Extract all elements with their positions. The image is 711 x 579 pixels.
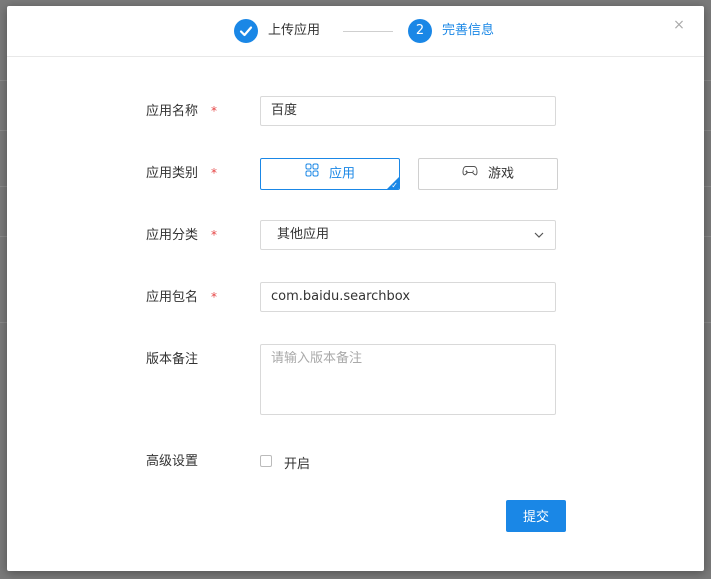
- app-type-label: 应用类别: [146, 166, 199, 181]
- required-mark: *: [211, 166, 217, 180]
- package-name-input[interactable]: [271, 283, 545, 311]
- complete-info-dialog: × 上传应用 2 完善信息 应用名称 * 应用类别 * 应用 ✓: [7, 6, 704, 571]
- type-app-label: 应用: [328, 166, 355, 182]
- advanced-settings-label: 高级设置: [146, 454, 199, 469]
- required-mark: *: [211, 290, 217, 304]
- app-name-input[interactable]: [271, 97, 545, 125]
- advanced-checkbox[interactable]: [260, 455, 272, 467]
- check-icon: ✓: [391, 181, 398, 190]
- grid-icon: [305, 159, 319, 189]
- version-note-field[interactable]: [260, 344, 556, 415]
- step-2-label: 完善信息: [442, 23, 495, 38]
- submit-button[interactable]: 提交: [506, 500, 566, 532]
- app-name-field[interactable]: [260, 96, 556, 126]
- step-1-label: 上传应用: [268, 23, 321, 38]
- package-name-label: 应用包名: [146, 290, 199, 305]
- version-note-textarea[interactable]: [271, 351, 545, 409]
- required-mark: *: [211, 228, 217, 242]
- app-category-label: 应用分类: [146, 228, 199, 243]
- type-game-label: 游戏: [487, 166, 514, 182]
- type-game-button[interactable]: 游戏: [418, 158, 558, 190]
- required-mark: *: [211, 104, 217, 118]
- chevron-down-icon: [533, 221, 545, 249]
- app-category-value: 其他应用: [277, 227, 330, 242]
- advanced-checkbox-label[interactable]: 开启: [284, 453, 310, 472]
- step-indicator: 上传应用 2 完善信息: [7, 6, 704, 57]
- version-note-label: 版本备注: [146, 352, 199, 367]
- gamepad-icon: [462, 159, 478, 189]
- step-2-number: 2: [408, 19, 432, 43]
- app-name-label: 应用名称: [146, 104, 199, 119]
- step-connector: [343, 31, 393, 32]
- step-done-icon: [234, 19, 258, 43]
- package-name-field[interactable]: [260, 282, 556, 312]
- type-app-button[interactable]: 应用 ✓: [260, 158, 400, 190]
- app-category-select[interactable]: 其他应用: [260, 220, 556, 250]
